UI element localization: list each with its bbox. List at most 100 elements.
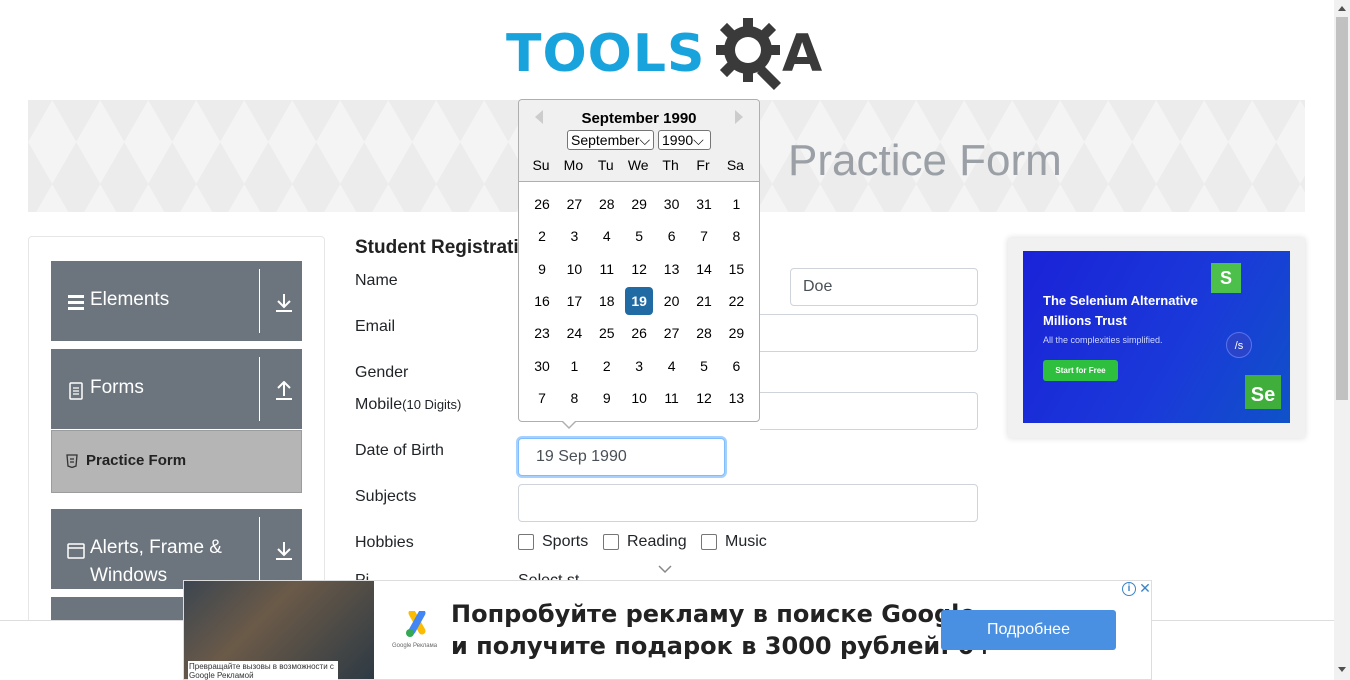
subjects-input[interactable] bbox=[518, 484, 978, 522]
ad-info-icon[interactable]: i bbox=[1122, 582, 1136, 596]
day-cell[interactable]: 6 bbox=[722, 352, 750, 380]
scroll-up-arrow[interactable] bbox=[1338, 6, 1346, 11]
day-cell[interactable]: 21 bbox=[690, 287, 718, 315]
ad-more-button[interactable]: Подробнее bbox=[941, 610, 1116, 650]
day-cell[interactable]: 26 bbox=[625, 319, 653, 347]
chevron-down-icon[interactable] bbox=[658, 564, 672, 574]
day-cell[interactable]: 16 bbox=[528, 287, 556, 315]
day-cell[interactable]: 8 bbox=[722, 222, 750, 250]
day-cell[interactable]: 2 bbox=[593, 352, 621, 380]
year-select[interactable]: 1990 bbox=[658, 130, 711, 150]
day-cell[interactable]: 17 bbox=[560, 287, 588, 315]
day-cell[interactable]: 4 bbox=[593, 222, 621, 250]
last-name-input[interactable]: Doe bbox=[790, 268, 978, 306]
ad-text[interactable]: Попробуйте рекламу в поиске Google и пол… bbox=[451, 598, 995, 662]
email-label: Email bbox=[355, 318, 396, 335]
side-ad-banner[interactable]: S The Selenium Alternative Millions Trus… bbox=[1023, 251, 1290, 423]
next-month-button[interactable] bbox=[735, 110, 743, 124]
day-cell[interactable]: 6 bbox=[658, 222, 686, 250]
toolsqa-logo[interactable]: TOOLS A bbox=[506, 14, 830, 91]
page-scrollbar[interactable] bbox=[1334, 0, 1350, 680]
sidebar-group-forms[interactable]: Forms bbox=[51, 349, 302, 429]
day-cell-selected[interactable]: 19 bbox=[625, 286, 654, 315]
day-cell[interactable]: 7 bbox=[690, 222, 718, 250]
day-cell[interactable]: 5 bbox=[690, 352, 718, 380]
bottom-ad[interactable]: Превращайте вызовы в возможности с Googl… bbox=[183, 580, 1152, 680]
hamburger-icon bbox=[68, 295, 84, 310]
day-cell[interactable]: 10 bbox=[560, 255, 588, 283]
day-cell[interactable]: 3 bbox=[560, 222, 588, 250]
month-select[interactable]: September bbox=[567, 130, 654, 150]
day-cell[interactable]: 10 bbox=[625, 384, 653, 412]
sidebar-group-label: Forms bbox=[90, 377, 144, 398]
day-cell[interactable]: 15 bbox=[722, 255, 750, 283]
hobby-music-checkbox[interactable] bbox=[701, 534, 717, 550]
weekday-label: Th bbox=[662, 157, 679, 173]
divider bbox=[259, 517, 260, 581]
day-cell[interactable]: 29 bbox=[625, 190, 653, 218]
day-cell[interactable]: 31 bbox=[690, 190, 718, 218]
day-cell[interactable]: 11 bbox=[593, 255, 621, 283]
day-cell[interactable]: 13 bbox=[658, 255, 686, 283]
sidebar-group-label: Alerts, Frame & bbox=[90, 537, 222, 558]
sidebar-group-alerts[interactable]: Alerts, Frame & Windows bbox=[51, 509, 302, 589]
day-cell[interactable]: 13 bbox=[722, 384, 750, 412]
divider bbox=[259, 269, 260, 333]
hobby-reading-label[interactable]: Reading bbox=[627, 533, 687, 551]
day-cell[interactable]: 27 bbox=[560, 190, 588, 218]
day-cell[interactable]: 26 bbox=[528, 190, 556, 218]
weekday-label: Su bbox=[532, 157, 550, 173]
email-input[interactable] bbox=[760, 314, 978, 352]
date-of-birth-input[interactable]: 19 Sep 1990 bbox=[518, 438, 725, 476]
day-cell[interactable]: 3 bbox=[625, 352, 653, 380]
day-cell[interactable]: 8 bbox=[560, 384, 588, 412]
logo-text-a: A bbox=[782, 24, 823, 84]
day-cell[interactable]: 12 bbox=[625, 255, 653, 283]
datepicker-pointer-inner bbox=[562, 420, 576, 427]
day-cell[interactable]: 12 bbox=[690, 384, 718, 412]
day-cell[interactable]: 14 bbox=[690, 255, 718, 283]
day-cell[interactable]: 25 bbox=[593, 319, 621, 347]
day-cell[interactable]: 1 bbox=[560, 352, 588, 380]
sidebar-item-practice-form[interactable]: Practice Form bbox=[51, 430, 302, 493]
day-cell[interactable]: 9 bbox=[528, 255, 556, 283]
weekday-label: Sa bbox=[726, 157, 744, 173]
day-cell[interactable]: 28 bbox=[690, 319, 718, 347]
day-cell[interactable]: 7 bbox=[528, 384, 556, 412]
hobby-music-label[interactable]: Music bbox=[725, 533, 767, 551]
sidebar-group-label: Elements bbox=[90, 289, 170, 310]
day-cell[interactable]: 23 bbox=[528, 319, 556, 347]
day-cell[interactable]: 1 bbox=[722, 190, 750, 218]
day-cell[interactable]: 2 bbox=[528, 222, 556, 250]
ad-start-button[interactable]: Start for Free bbox=[1043, 360, 1118, 381]
hobby-sports-checkbox[interactable] bbox=[518, 534, 534, 550]
dob-label: Date of Birth bbox=[355, 442, 444, 459]
day-cell[interactable]: 29 bbox=[722, 319, 750, 347]
side-ad[interactable]: S The Selenium Alternative Millions Trus… bbox=[1008, 238, 1305, 438]
hobby-reading-checkbox[interactable] bbox=[603, 534, 619, 550]
sidebar-group-elements[interactable]: Elements bbox=[51, 261, 302, 341]
day-cell[interactable]: 28 bbox=[593, 190, 621, 218]
day-cell[interactable]: 5 bbox=[625, 222, 653, 250]
day-cell[interactable]: 27 bbox=[658, 319, 686, 347]
upload-icon bbox=[276, 381, 292, 400]
month-select-value: September bbox=[571, 132, 640, 148]
day-cell[interactable]: 30 bbox=[658, 190, 686, 218]
day-cell[interactable]: 4 bbox=[658, 352, 686, 380]
day-cell[interactable]: 24 bbox=[560, 319, 588, 347]
scroll-down-arrow[interactable] bbox=[1338, 667, 1346, 672]
day-cell[interactable]: 30 bbox=[528, 352, 556, 380]
ad-text-line2: и получите подарок в 3000 рублей. 0+ bbox=[451, 632, 995, 660]
ad-subtitle: All the complexities simplified. bbox=[1043, 335, 1163, 345]
day-cell[interactable]: 11 bbox=[658, 384, 686, 412]
day-cell[interactable]: 22 bbox=[722, 287, 750, 315]
mobile-input[interactable] bbox=[760, 392, 978, 430]
ad-close-icon[interactable]: ✕ bbox=[1138, 581, 1152, 595]
ad-photo[interactable]: Превращайте вызовы в возможности с Googl… bbox=[184, 581, 374, 680]
gender-label: Gender bbox=[355, 364, 409, 381]
scroll-thumb[interactable] bbox=[1336, 17, 1348, 400]
hobby-sports-label[interactable]: Sports bbox=[542, 533, 588, 551]
day-cell[interactable]: 9 bbox=[593, 384, 621, 412]
day-cell[interactable]: 20 bbox=[658, 287, 686, 315]
day-cell[interactable]: 18 bbox=[593, 287, 621, 315]
